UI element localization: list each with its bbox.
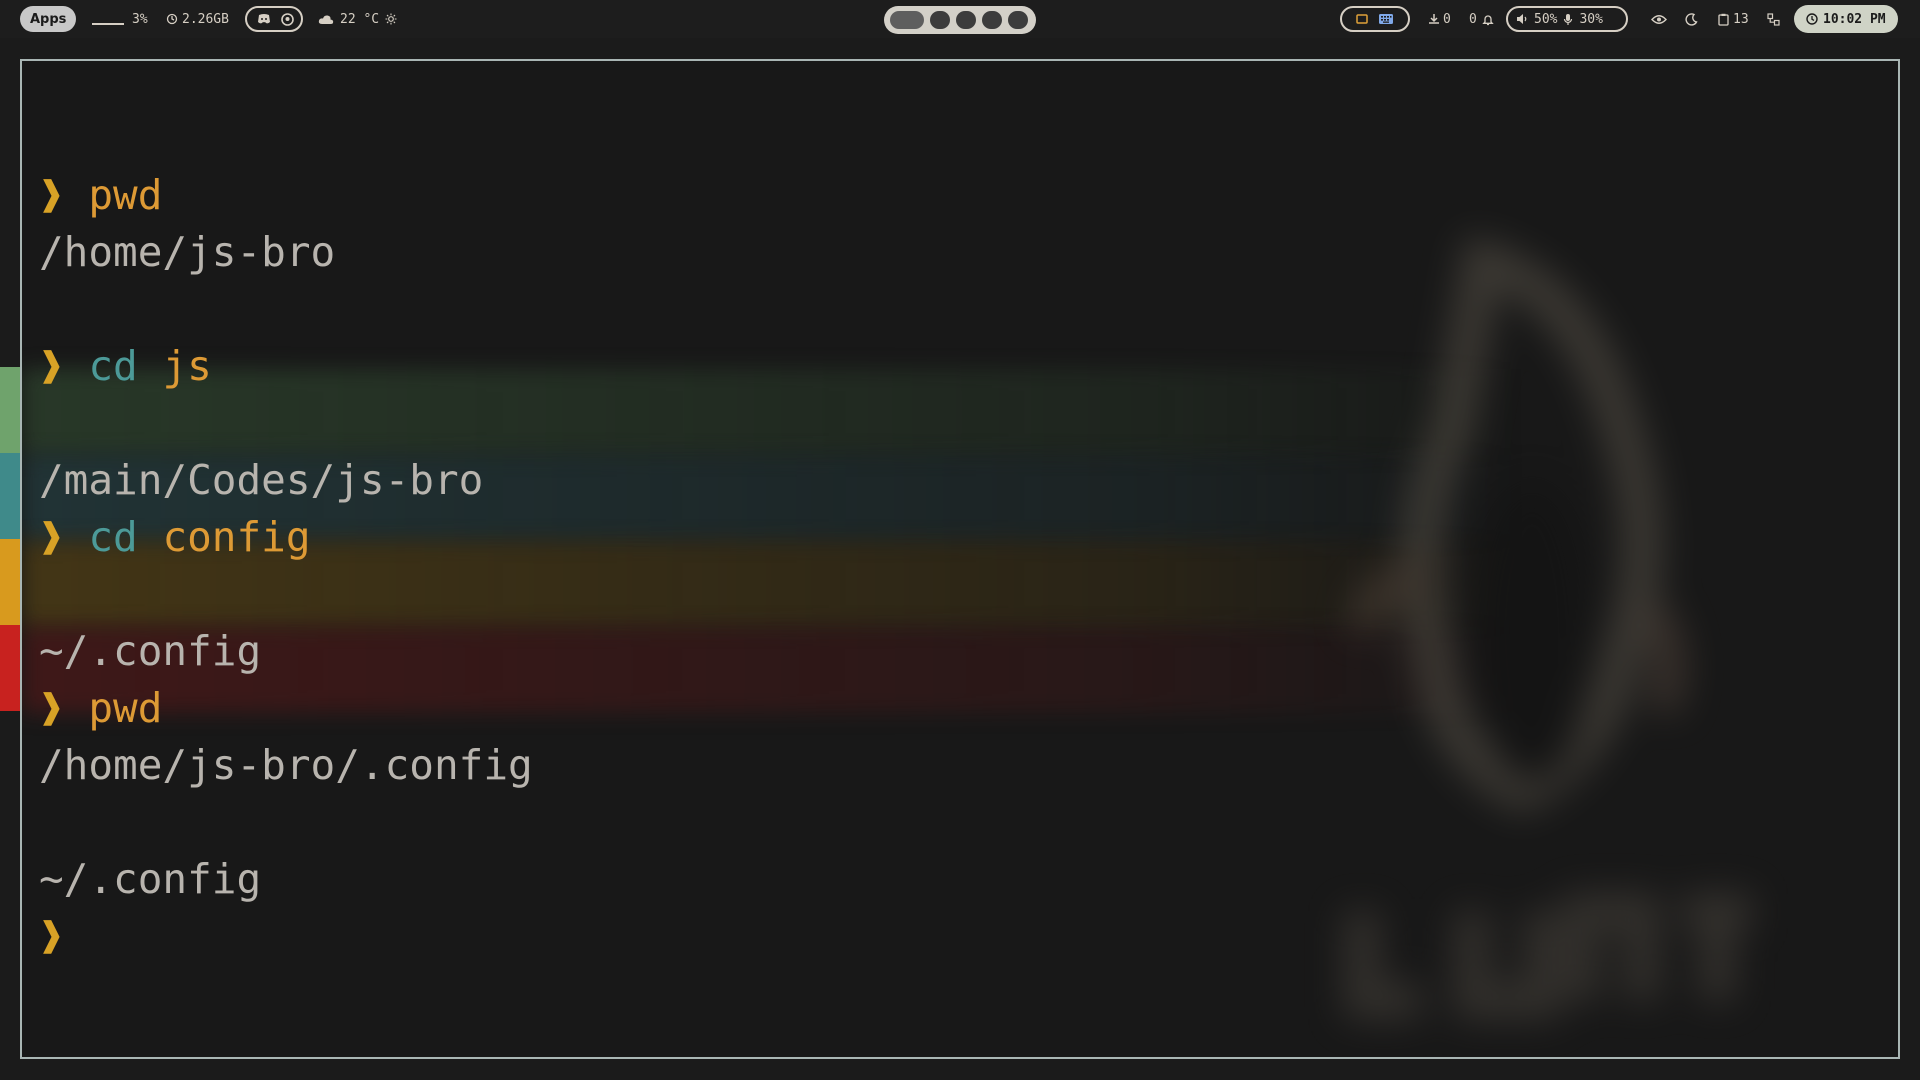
downloads-count: 0 [1443,11,1451,27]
edge-stripe-teal [0,453,20,539]
cloud-icon [318,14,334,25]
cpu-usage: 3% [92,0,148,38]
tray-pill-left [245,6,303,32]
network-icon [1767,12,1780,26]
notifications-count: 0 [1469,11,1477,27]
download-icon [1428,13,1440,25]
sun-icon [385,13,397,25]
moon-icon [1685,12,1698,26]
network-indicator[interactable] [1767,0,1780,38]
prompt-symbol: ❱ [39,912,64,960]
eye-icon [1651,14,1667,25]
wallpaper-logo [1344,235,1752,1019]
notifications-indicator[interactable]: 0 [1469,0,1494,38]
output-line: ~/.config [39,623,533,680]
clock-time: 10:02 PM [1823,11,1886,27]
cpu-value: 3% [132,11,148,27]
github-icon[interactable] [281,12,294,26]
prompt-line: ❱ pwd [39,167,533,224]
edge-stripe-green [0,367,20,453]
weather-widget[interactable]: 22 °C [318,0,397,38]
prompt-symbol: ❱ [39,684,64,732]
output-text: /home/js-bro [39,228,336,276]
audio-pill: 50% 30% [1506,6,1628,32]
night-mode-toggle[interactable] [1685,0,1698,38]
tray-pill-right [1340,6,1410,32]
output-line: /home/js-bro [39,224,533,281]
terminal-output: ❱ pwd/home/js-bro ❱ cd js/main/Codes/js-b… [39,167,533,965]
clipboard-icon [1718,13,1729,26]
workspace-3[interactable] [956,11,976,29]
memory-usage: 2.26GB [166,0,229,38]
keyboard-icon[interactable] [1378,13,1394,25]
command-argument: js [162,342,212,390]
edge-stripe-orange [0,539,20,625]
prompt-symbol: ❱ [39,342,64,390]
memory-value: 2.26GB [182,11,229,27]
prompt-line: ❱ pwd [39,680,533,737]
window-icon[interactable] [1356,13,1368,25]
eye-toggle[interactable] [1651,0,1667,38]
output-line: /home/js-bro/.config [39,737,533,794]
clipboard-indicator[interactable]: 13 [1718,0,1749,38]
workspace-5[interactable] [1008,11,1028,29]
command-name: cd [88,513,138,561]
memory-icon [166,13,178,25]
prompt-symbol: ❱ [39,513,64,561]
output-line: /main/Codes/js-bro [39,452,533,509]
volume-value: 50% [1534,11,1558,27]
clock-pill[interactable]: 10:02 PM [1794,5,1898,33]
output-line: ~/.config [39,851,533,908]
prompt-line: ❱ cd config [39,509,533,566]
edge-stripe-red [0,625,20,711]
prompt-line: ❱ [39,908,533,965]
discord-icon[interactable] [257,13,271,25]
workspace-switcher [884,6,1036,34]
weather-temp: 22 °C [340,11,380,27]
volume-icon[interactable] [1516,13,1528,25]
output-text: /main/Codes/js-bro [39,456,484,504]
apps-button[interactable]: Apps [20,6,77,32]
prompt-line: ❱ cd js [39,338,533,395]
clock-icon [1806,13,1818,25]
command-name: pwd [88,684,163,732]
command-name: pwd [88,171,163,219]
clipboard-count: 13 [1733,11,1749,27]
workspace-4[interactable] [982,11,1002,29]
output-text: /home/js-bro/.config [39,741,533,789]
command-argument: config [162,513,311,561]
cpu-graph [92,23,124,25]
workspace-1[interactable] [890,11,924,29]
prompt-symbol: ❱ [39,171,64,219]
mic-value: 30% [1579,11,1603,27]
apps-label: Apps [30,11,67,27]
downloads-indicator[interactable]: 0 [1428,0,1451,38]
bell-icon [1482,13,1494,26]
microphone-icon[interactable] [1563,13,1573,26]
terminal-window[interactable]: ❱ pwd/home/js-bro ❱ cd js/main/Codes/js-b… [20,59,1900,1059]
output-text: ~/.config [39,855,262,903]
top-status-bar: Apps 3% 2.26GB 22 °C 0 0 50% 30% 13 10:0… [0,0,1920,38]
workspace-2[interactable] [930,11,950,29]
command-name: cd [88,342,138,390]
output-text: ~/.config [39,627,262,675]
